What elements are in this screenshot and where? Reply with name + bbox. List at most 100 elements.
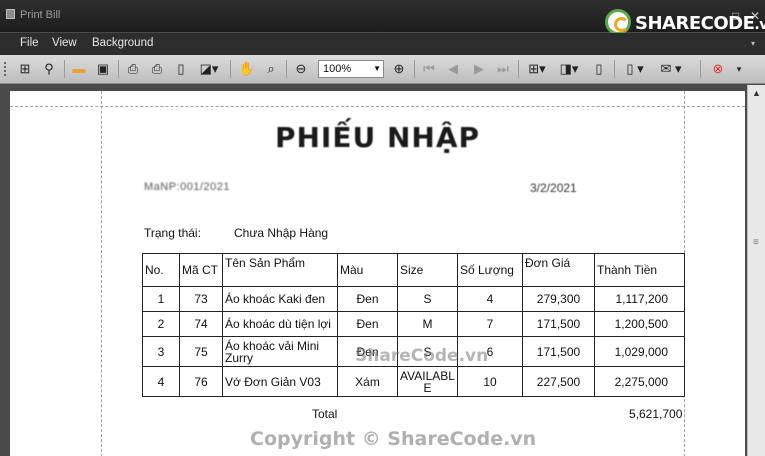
cell-unit-price: 279,300 (522, 286, 595, 312)
zoom-value: 100% (323, 63, 352, 75)
quick-print-icon[interactable]: ⎙ (148, 61, 166, 77)
toolbar-separator (414, 60, 415, 78)
cell-no: 2 (142, 311, 180, 337)
sharecode-logo-icon (605, 9, 631, 35)
cell-unit-price: 227,500 (522, 366, 595, 397)
scroll-thumb-grip-icon[interactable]: ≡ (753, 237, 759, 248)
toolbar-grip[interactable] (4, 62, 7, 76)
cell-line-total: 2,275,000 (594, 366, 685, 397)
zoom-select[interactable]: 100% ▼ (318, 60, 384, 78)
vertical-scrollbar[interactable]: ▲ ≡ (747, 85, 765, 456)
first-page-icon[interactable]: ⏮ (420, 61, 438, 77)
cell-size: AVAILABLE (397, 366, 458, 397)
scroll-up-icon[interactable]: ▲ (752, 88, 761, 98)
cell-color: Đen (337, 311, 398, 337)
toolbar-separator (64, 60, 65, 78)
menu-background[interactable]: Background (92, 37, 153, 49)
toolbar-separator (118, 60, 119, 78)
menu-file[interactable]: File (20, 37, 39, 49)
toolbar-separator (518, 60, 519, 78)
page-setup-icon[interactable]: ▯ (172, 61, 190, 77)
status-label: Trạng thái: (144, 226, 201, 240)
cell-product-name: Áo khoác Kaki đen (222, 286, 338, 312)
cell-code: 76 (179, 366, 223, 397)
find-icon[interactable]: ⚲ (40, 61, 58, 77)
cell-product-name: Áo khoác dù tiện lợi (222, 311, 338, 337)
toolbar-overflow-icon[interactable]: ▾ (734, 61, 744, 77)
table-row: 4 76 Vớ Đơn Giản V03 Xám AVAILABLE 10 22… (142, 366, 685, 397)
document-date: 3/2/2021 (530, 181, 577, 195)
color-icon[interactable]: ◨▾ (556, 61, 582, 77)
toggle-sidebar-icon[interactable]: ⊞ (16, 61, 34, 77)
cell-quantity: 4 (457, 286, 523, 312)
chevron-down-icon: ▼ (373, 64, 381, 73)
document-title: PHIẾU NHẬP (274, 121, 481, 154)
preview-area[interactable]: PHIẾU NHẬP MaNP:001/2021 3/2/2021 Trạng … (0, 85, 765, 456)
table-header-row: No. Mã CT Tên Sản Phẩm Màu Size Số Lượng… (142, 253, 685, 287)
previous-page-icon[interactable]: ◀ (444, 61, 462, 77)
cell-line-total: 1,117,200 (594, 286, 685, 312)
total-value: 5,621,700 (629, 407, 683, 421)
cell-no: 4 (142, 366, 180, 397)
bill-table: No. Mã CT Tên Sản Phẩm Màu Size Số Lượng… (142, 253, 685, 397)
cell-size: M (397, 311, 458, 337)
hand-tool-icon[interactable]: ✋ (238, 61, 256, 77)
toolbar-separator (286, 60, 287, 78)
last-page-icon[interactable]: ⏭ (494, 61, 512, 77)
cell-code: 73 (179, 286, 223, 312)
cell-line-total: 1,200,500 (594, 311, 685, 337)
zoom-in-icon[interactable]: ⊕ (390, 61, 408, 77)
next-page-icon[interactable]: ▶ (470, 61, 488, 77)
open-icon[interactable]: ▬ (70, 61, 88, 77)
cell-size: S (397, 286, 458, 312)
cell-product-name: Áo khoác vải Mini Zurry (222, 336, 338, 367)
multiple-pages-icon[interactable]: ⊞▾ (524, 61, 550, 77)
column-header: No. (142, 253, 180, 287)
report-page: PHIẾU NHẬP MaNP:001/2021 3/2/2021 Trạng … (10, 91, 745, 456)
column-header: Đơn Giá (522, 253, 595, 287)
menu-view[interactable]: View (52, 37, 77, 49)
export-icon[interactable]: ▯ ▾ (620, 61, 650, 77)
window-title: Print Bill (20, 9, 61, 21)
margin-guide (10, 106, 745, 107)
cell-line-total: 1,029,000 (594, 336, 685, 367)
magnifier-icon[interactable]: ⌕ (262, 61, 280, 77)
menu-overflow-icon[interactable]: ▾ (751, 39, 755, 48)
column-header: Size (397, 253, 458, 287)
zoom-out-icon[interactable]: ⊖ (292, 61, 310, 77)
logo-suffix: .vn (754, 17, 765, 33)
close-preview-icon[interactable]: ⊗ (708, 61, 728, 77)
cell-color: Đen (337, 286, 398, 312)
column-header: Tên Sản Phẩm (222, 253, 338, 287)
app-icon (6, 9, 15, 19)
document-code: MaNP:001/2021 (144, 181, 230, 193)
column-header: Mã CT (179, 253, 223, 287)
toolbar-separator (614, 60, 615, 78)
toolbar-separator (230, 60, 231, 78)
scale-icon[interactable]: ◪▾ (196, 61, 222, 77)
watermark-text: ShareCode.vn (355, 346, 489, 366)
menu-bar: File View Background ▾ (0, 33, 765, 55)
toolbar-separator (700, 60, 701, 78)
watermark-copyright: Copyright © ShareCode.vn (250, 428, 537, 450)
column-header: Số Lượng (457, 253, 523, 287)
cell-quantity: 10 (457, 366, 523, 397)
cell-unit-price: 171,500 (522, 311, 595, 337)
table-row: 2 74 Áo khoác dù tiện lợi Đen M 7 171,50… (142, 311, 685, 337)
column-header: Màu (337, 253, 398, 287)
cell-color: Xám (337, 366, 398, 397)
save-icon[interactable]: ▣ (94, 61, 112, 77)
print-preview-toolbar: ⊞ ⚲ ▬ ▣ ⎙ ⎙ ▯ ◪▾ ✋ ⌕ ⊖ 100% ▼ ⊕ ⏮ ◀ ▶ ⏭ … (0, 55, 765, 84)
total-label: Total (312, 407, 338, 421)
cell-no: 3 (142, 336, 180, 367)
cell-code: 75 (179, 336, 223, 367)
print-icon[interactable]: ⎙ (124, 61, 142, 77)
table-row: 1 73 Áo khoác Kaki đen Đen S 4 279,300 1… (142, 286, 685, 312)
send-email-icon[interactable]: ✉ ▾ (656, 61, 686, 77)
cell-no: 1 (142, 286, 180, 312)
cell-code: 74 (179, 311, 223, 337)
cell-unit-price: 171,500 (522, 336, 595, 367)
status-value: Chưa Nhập Hàng (234, 226, 329, 240)
column-header: Thành Tiền (594, 253, 685, 287)
watermark-icon[interactable]: ▯ (590, 61, 608, 77)
